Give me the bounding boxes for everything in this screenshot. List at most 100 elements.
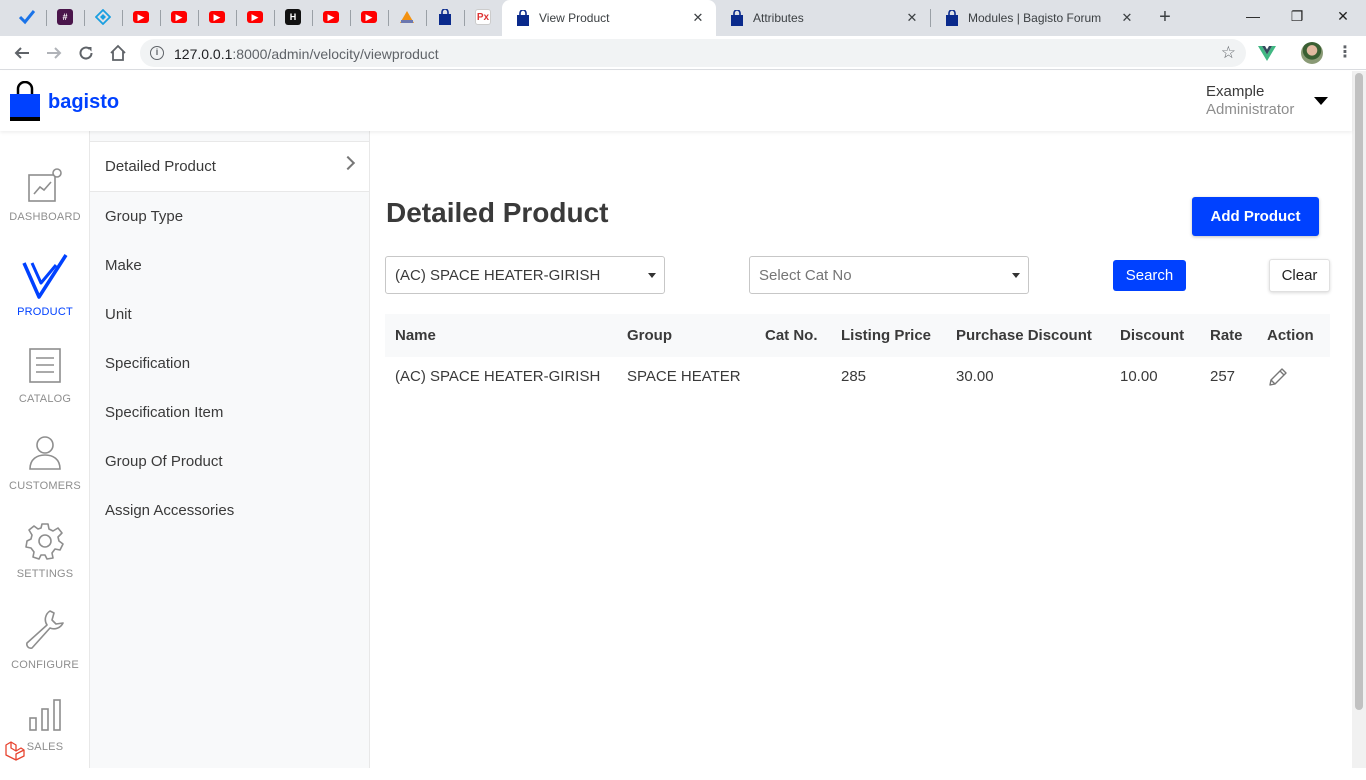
cell-discount: 10.00 bbox=[1120, 368, 1158, 385]
url-text: 127.0.0.1:8000/admin/velocity/viewproduc… bbox=[174, 46, 439, 62]
caret-down-icon[interactable] bbox=[1314, 97, 1328, 105]
slack-icon: # bbox=[57, 9, 73, 25]
pinned-tab-check[interactable] bbox=[8, 0, 46, 34]
submenu-item-specification[interactable]: Specification bbox=[90, 339, 369, 388]
tab-modules-forum[interactable]: Modules | Bagisto Forum ✕ bbox=[931, 0, 1145, 36]
submenu-item-specification-item[interactable]: Specification Item bbox=[90, 388, 369, 437]
youtube-icon: ▶ bbox=[323, 11, 339, 23]
submenu-item-group-of-product[interactable]: Group Of Product bbox=[90, 437, 369, 486]
column-header-name[interactable]: Name bbox=[395, 327, 436, 344]
bagisto-logo-icon[interactable] bbox=[10, 81, 40, 121]
nav-item-catalog[interactable]: CATALOG bbox=[0, 346, 90, 430]
pinned-tab-slack[interactable]: # bbox=[46, 0, 84, 34]
browser-tabstrip: # ▶ ▶ ▶ ▶ H ▶ ▶ Px View Product ✕ Attrib… bbox=[0, 0, 1366, 36]
scrollbar-thumb[interactable] bbox=[1355, 73, 1363, 710]
sales-icon bbox=[29, 699, 61, 731]
cat-no-select[interactable]: Select Cat No bbox=[749, 256, 1029, 294]
add-product-button[interactable]: Add Product bbox=[1192, 197, 1319, 236]
submenu-item-make[interactable]: Make bbox=[90, 241, 369, 290]
nav-item-sales[interactable]: SALES bbox=[0, 696, 90, 780]
submenu-label: Detailed Product bbox=[105, 158, 216, 175]
restore-button[interactable]: ❐ bbox=[1274, 0, 1320, 32]
close-icon[interactable]: ✕ bbox=[904, 10, 920, 26]
nav-label: CATALOG bbox=[18, 393, 72, 405]
product-submenu: Detailed Product Group Type Make Unit Sp… bbox=[90, 131, 370, 768]
home-button[interactable] bbox=[107, 42, 129, 64]
column-header-discount[interactable]: Discount bbox=[1120, 327, 1184, 344]
check-icon bbox=[19, 10, 35, 25]
submenu-label: Group Of Product bbox=[105, 453, 223, 470]
search-button[interactable]: Search bbox=[1113, 260, 1186, 291]
pinned-tab-youtube[interactable]: ▶ bbox=[198, 0, 236, 34]
lens-icon bbox=[95, 9, 111, 25]
main-nav: DASHBOARD PRODUCT CATALOG CUSTOMERS SETT… bbox=[0, 131, 90, 768]
submenu-label: Group Type bbox=[105, 208, 184, 225]
logo-text[interactable]: bagisto bbox=[48, 91, 119, 114]
address-bar[interactable]: i 127.0.0.1:8000/admin/velocity/viewprod… bbox=[140, 39, 1246, 67]
reload-button[interactable] bbox=[75, 42, 97, 64]
laravel-debugbar-icon[interactable] bbox=[4, 740, 26, 762]
arrow-left-icon bbox=[14, 47, 29, 59]
nav-item-product[interactable]: PRODUCT bbox=[0, 253, 90, 337]
tab-attributes[interactable]: Attributes ✕ bbox=[716, 0, 930, 36]
nav-item-settings[interactable]: SETTINGS bbox=[0, 521, 90, 605]
pinned-tab-hackernoon[interactable]: H bbox=[274, 0, 312, 34]
column-header-group[interactable]: Group bbox=[627, 327, 672, 344]
submenu-item-assign-accessories[interactable]: Assign Accessories bbox=[90, 486, 369, 535]
bagisto-icon bbox=[946, 10, 958, 26]
tab-view-product[interactable]: View Product ✕ bbox=[502, 0, 716, 36]
nav-label: SETTINGS bbox=[16, 568, 74, 580]
cell-group: SPACE HEATER bbox=[627, 368, 741, 385]
pinned-tab-px[interactable]: Px bbox=[464, 0, 502, 34]
back-button[interactable] bbox=[11, 42, 33, 64]
close-icon[interactable]: ✕ bbox=[1119, 10, 1135, 26]
column-header-rate[interactable]: Rate bbox=[1210, 327, 1243, 344]
cat-no-placeholder: Select Cat No bbox=[759, 266, 852, 284]
vue-devtools-icon[interactable] bbox=[1258, 44, 1276, 62]
edit-icon[interactable] bbox=[1266, 365, 1290, 389]
column-header-purchase-discount[interactable]: Purchase Discount bbox=[956, 327, 1092, 344]
customers-icon bbox=[29, 436, 61, 470]
submenu-item-unit[interactable]: Unit bbox=[90, 290, 369, 339]
close-icon[interactable]: ✕ bbox=[690, 10, 706, 26]
column-header-listing-price[interactable]: Listing Price bbox=[841, 327, 931, 344]
pinned-tab-youtube[interactable]: ▶ bbox=[312, 0, 350, 34]
pinned-tab-youtube[interactable]: ▶ bbox=[122, 0, 160, 34]
cell-rate: 257 bbox=[1210, 368, 1236, 385]
pinned-tab-youtube[interactable]: ▶ bbox=[350, 0, 388, 34]
browser-toolbar: i 127.0.0.1:8000/admin/velocity/viewprod… bbox=[0, 36, 1366, 70]
nav-item-customers[interactable]: CUSTOMERS bbox=[0, 433, 90, 517]
cell-name: (AC) SPACE HEATER-GIRISH bbox=[395, 368, 601, 385]
submenu-label: Specification bbox=[105, 355, 191, 372]
bagisto-icon bbox=[517, 10, 529, 26]
browser-menu-icon[interactable]: ⋮ bbox=[1337, 43, 1353, 63]
pinned-tab-youtube[interactable]: ▶ bbox=[160, 0, 198, 34]
submenu-item-group-type[interactable]: Group Type bbox=[90, 192, 369, 241]
nav-label: DASHBOARD bbox=[9, 211, 81, 223]
pinned-tab-youtube[interactable]: ▶ bbox=[236, 0, 274, 34]
pinned-tab-lens[interactable] bbox=[84, 0, 122, 34]
catalog-icon bbox=[29, 348, 61, 383]
info-icon[interactable]: i bbox=[150, 46, 164, 60]
profile-avatar[interactable] bbox=[1301, 42, 1323, 64]
pinned-tab-bagisto[interactable] bbox=[426, 0, 464, 34]
minimize-button[interactable]: — bbox=[1230, 0, 1276, 32]
product-select[interactable]: (AC) SPACE HEATER-GIRISH bbox=[385, 256, 665, 294]
clear-button[interactable]: Clear bbox=[1269, 259, 1330, 292]
forward-button[interactable] bbox=[43, 42, 65, 64]
pinned-tab-pma[interactable] bbox=[388, 0, 426, 34]
new-tab-button[interactable]: + bbox=[1154, 7, 1176, 29]
user-name[interactable]: Example bbox=[1206, 83, 1264, 100]
page-scrollbar[interactable] bbox=[1352, 71, 1366, 768]
bookmark-star-icon[interactable]: ☆ bbox=[1221, 43, 1236, 63]
column-header-cat-no[interactable]: Cat No. bbox=[765, 327, 818, 344]
cell-purchase-discount: 30.00 bbox=[956, 368, 994, 385]
window-close-button[interactable]: ✕ bbox=[1320, 0, 1366, 32]
nav-item-dashboard[interactable]: DASHBOARD bbox=[0, 161, 90, 245]
submenu-item-detailed-product[interactable]: Detailed Product bbox=[90, 141, 369, 192]
caret-down-icon bbox=[648, 273, 656, 278]
arrow-right-icon bbox=[47, 47, 62, 59]
nav-item-configure[interactable]: CONFIGURE bbox=[0, 607, 90, 691]
bagisto-icon bbox=[731, 10, 743, 26]
youtube-icon: ▶ bbox=[247, 11, 263, 23]
